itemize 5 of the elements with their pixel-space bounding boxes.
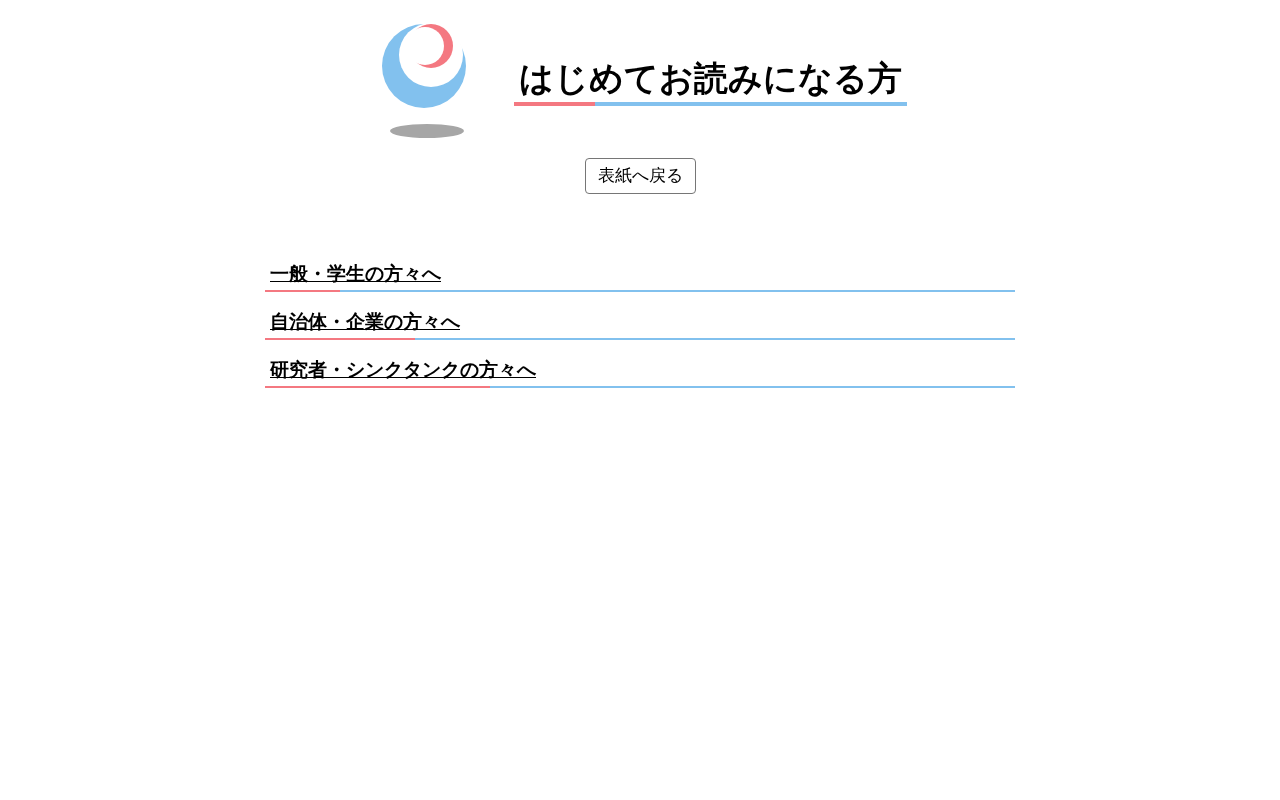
page-title: はじめてお読みになる方 — [517, 57, 903, 100]
section-link[interactable]: 自治体・企業の方々へ — [270, 306, 460, 338]
back-button[interactable]: 表紙へ戻る — [584, 158, 696, 194]
section-link[interactable]: 一般・学生の方々へ — [270, 258, 441, 290]
section-link[interactable]: 研究者・シンクタンクの方々へ — [270, 354, 536, 386]
